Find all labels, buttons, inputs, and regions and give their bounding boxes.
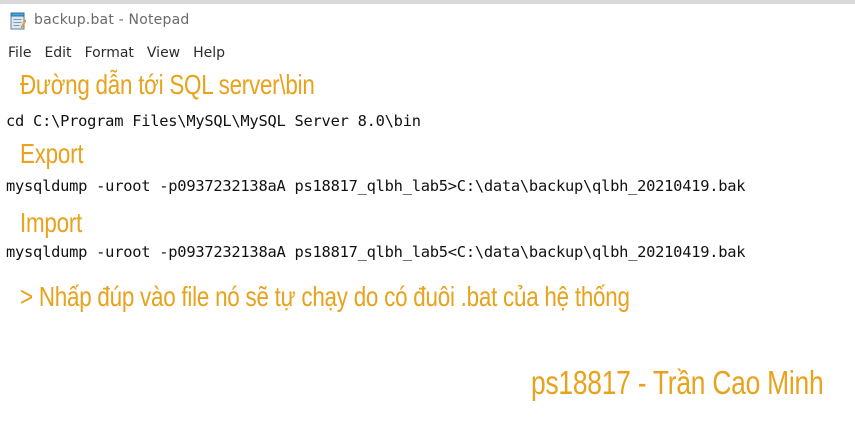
menu-edit[interactable]: Edit	[39, 40, 76, 66]
menu-view[interactable]: View	[142, 40, 185, 66]
title-bar-top-strip	[0, 0, 855, 4]
annotation-note: > Nhấp đúp vào file nó sẽ tự chạy do có …	[20, 281, 630, 312]
menu-help[interactable]: Help	[188, 40, 230, 66]
annotation-path-heading: Đường dẫn tới SQL server\bin	[20, 69, 315, 100]
annotation-import-heading: Import	[20, 207, 83, 238]
window-title: backup.bat - Notepad	[34, 12, 190, 28]
text-editor-area[interactable]: Đường dẫn tới SQL server\bin cd C:\Progr…	[0, 66, 855, 435]
menu-bar: File Edit Format View Help	[0, 40, 855, 66]
code-line-cd: cd C:\Program Files\MySQL\MySQL Server 8…	[6, 112, 421, 130]
code-line-import: mysqldump -uroot -p0937232138aA ps18817_…	[6, 243, 746, 261]
annotation-signature: ps18817 - Trần Cao Minh	[531, 364, 824, 401]
title-bar[interactable]: backup.bat - Notepad	[0, 0, 855, 40]
menu-file[interactable]: File	[3, 40, 36, 66]
notepad-icon	[10, 12, 26, 30]
code-line-export: mysqldump -uroot -p0937232138aA ps18817_…	[6, 177, 746, 195]
menu-format[interactable]: Format	[80, 40, 139, 66]
annotation-export-heading: Export	[20, 138, 84, 169]
